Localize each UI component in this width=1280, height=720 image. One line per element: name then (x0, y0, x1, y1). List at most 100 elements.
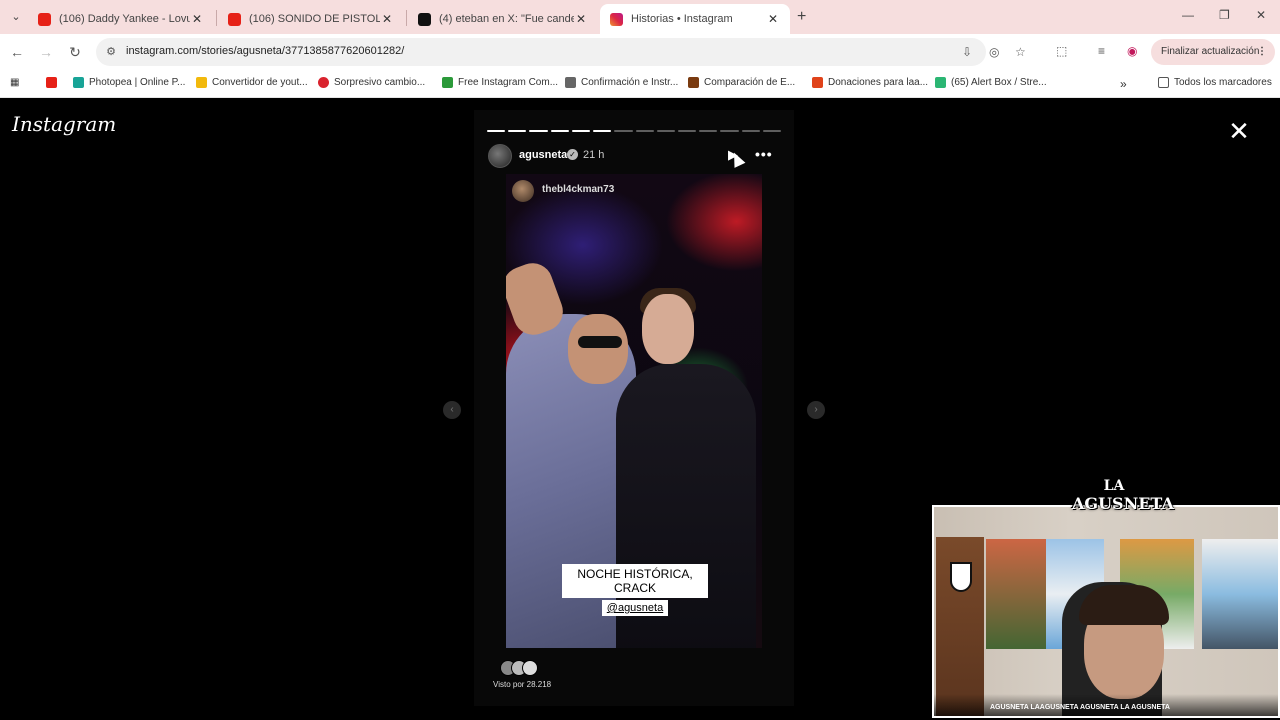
bookmark-item[interactable]: Sorpresivo cambio... (318, 77, 425, 88)
poster (1202, 539, 1278, 649)
story-photo[interactable]: thebl4ckman73 NOCHE HISTÓRICA, CRACK @ag… (506, 174, 762, 648)
previous-story-icon[interactable]: ‹ (443, 401, 461, 419)
apps-grid-icon[interactable]: ▦ (10, 77, 19, 88)
bookmarks-bar: ▦ Photopea | Online P... Convertidor de … (0, 70, 1280, 98)
tab-title: (106) SONIDO DE PISTOLA - Yo (249, 13, 380, 25)
verified-icon: ✓ (567, 149, 578, 160)
bookmark-label: Confirmación e Instr... (581, 77, 679, 88)
reload-icon[interactable]: ↻ (66, 43, 84, 61)
next-story-icon[interactable]: › (807, 401, 825, 419)
tab-search-button[interactable]: ⌄ (6, 8, 26, 26)
logo-line-2: AGUSNETA (1072, 494, 1174, 513)
tab-sonido-de-pistola[interactable]: (106) SONIDO DE PISTOLA - Yo ✕ (218, 4, 404, 34)
avatar[interactable] (488, 144, 512, 168)
caption-text: NOCHE HISTÓRICA, CRACK (562, 564, 708, 598)
caption-mention[interactable]: @agusneta (601, 600, 669, 616)
progress-segment (656, 130, 675, 132)
eye-off-icon[interactable]: ◎ (989, 45, 999, 59)
x-icon (418, 12, 431, 26)
profile-icon[interactable]: ◉ (1127, 44, 1137, 58)
bookmark-youtube[interactable] (46, 77, 62, 88)
viewed-by-count[interactable]: Visto por 28.218 (493, 680, 551, 689)
new-tab-button[interactable]: + (797, 8, 806, 26)
news-icon (318, 77, 329, 88)
tab-title: (4) eteban en X: "Fue cande se (439, 13, 574, 25)
tab-strip: ⌄ (106) Daddy Yankee - Lovumba ✕ (106) S… (0, 0, 1280, 34)
site-info-icon[interactable]: ⚙ (104, 45, 118, 59)
repost-avatar[interactable] (512, 180, 534, 202)
progress-segment (593, 130, 612, 132)
bookmark-label: Comparación de E... (704, 77, 796, 88)
link-icon (565, 77, 576, 88)
bookmark-label: Convertidor de yout... (212, 77, 308, 88)
bookmark-item[interactable]: (65) Alert Box / Stre... (935, 77, 1047, 88)
story-timestamp: 21 h (583, 149, 605, 161)
youtube-icon (38, 12, 51, 26)
story-progress-bar (487, 130, 782, 132)
donations-icon (812, 77, 823, 88)
close-window-icon[interactable]: ✕ (1256, 8, 1266, 22)
bookmark-item[interactable]: Confirmación e Instr... (565, 77, 678, 88)
progress-segment (762, 130, 782, 132)
tab-x-post[interactable]: (4) eteban en X: "Fue cande se ✕ (408, 4, 598, 34)
person-right-head (642, 294, 694, 364)
tab-daddy-yankee[interactable]: (106) Daddy Yankee - Lovumba ✕ (28, 4, 214, 34)
sunglasses (578, 336, 622, 348)
instagram-logo[interactable]: Instagram (12, 112, 116, 136)
extensions-icon[interactable]: ⬚ (1056, 44, 1067, 58)
progress-segment (741, 130, 760, 132)
bookmark-item[interactable]: Comparación de E... (688, 77, 795, 88)
all-bookmarks-button[interactable]: Todos los marcadores (1158, 77, 1272, 88)
all-bookmarks-label: Todos los marcadores (1174, 77, 1272, 88)
close-tab-icon[interactable]: ✕ (380, 12, 394, 26)
bookmarks-overflow-button[interactable]: » (1120, 77, 1127, 91)
story-username[interactable]: agusneta (519, 149, 567, 161)
bookmark-star-icon[interactable]: ☆ (1015, 45, 1026, 59)
tab-instagram-stories[interactable]: Historias • Instagram ✕ (600, 4, 790, 34)
restore-icon[interactable]: ❐ (1219, 8, 1230, 22)
bookmark-item[interactable]: Free Instagram Com... (442, 77, 558, 88)
photopea-icon (73, 77, 84, 88)
close-tab-icon[interactable]: ✕ (190, 12, 204, 26)
progress-segment (508, 130, 527, 132)
bookmark-label: Sorpresivo cambio... (334, 77, 426, 88)
bookmark-item[interactable]: Donaciones para laa... (812, 77, 928, 88)
update-button-label: Finalizar actualización (1161, 46, 1260, 57)
minimize-icon[interactable]: — (1182, 8, 1194, 22)
check-icon (442, 77, 453, 88)
bookmark-item[interactable]: Photopea | Online P... (73, 77, 185, 88)
story-caption: NOCHE HISTÓRICA, CRACK @agusneta (562, 564, 708, 616)
social-handles: AGUSNETA LAAGUSNETA AGUSNETA LA AGUSNETA (934, 694, 1278, 716)
menu-dots-icon[interactable]: ⋮ (1257, 39, 1267, 65)
channel-logo: LA AGUSNETA (1072, 478, 1174, 530)
update-button[interactable]: Finalizar actualización ⋮ (1151, 39, 1275, 65)
progress-segment (635, 130, 654, 132)
media-controls-icon[interactable]: ≡ (1098, 44, 1105, 58)
tab-separator (406, 10, 407, 26)
repost-username[interactable]: thebl4ckman73 (542, 184, 614, 195)
youtube-icon (228, 12, 241, 26)
alert-box-icon (935, 77, 946, 88)
comparison-icon (688, 77, 699, 88)
install-app-icon[interactable]: ⇩ (962, 45, 972, 59)
progress-segment (487, 130, 506, 132)
streamer-hair (1079, 585, 1169, 625)
bookmark-label: (65) Alert Box / Stre... (951, 77, 1047, 88)
story-card[interactable]: agusneta ✓ 21 h ▶ ••• thebl4ckman73 NOCH… (474, 110, 794, 706)
forward-icon[interactable]: → (37, 43, 55, 61)
url-text[interactable]: instagram.com/stories/agusneta/377138587… (126, 45, 404, 57)
tab-title: (106) Daddy Yankee - Lovumba (59, 13, 190, 25)
bookmark-item[interactable]: Convertidor de yout... (196, 77, 308, 88)
close-tab-icon[interactable]: ✕ (766, 12, 780, 26)
person-left-head (568, 314, 628, 384)
progress-segment (720, 130, 739, 132)
more-options-icon[interactable]: ••• (755, 146, 773, 162)
tab-separator (216, 10, 217, 26)
back-icon[interactable]: ← (8, 43, 26, 61)
address-bar[interactable]: ⚙ instagram.com/stories/agusneta/3771385… (96, 38, 1026, 66)
instagram-icon (610, 12, 623, 26)
close-tab-icon[interactable]: ✕ (574, 12, 588, 26)
youtube-icon (46, 77, 57, 88)
viewer-avatars[interactable] (500, 660, 540, 676)
close-icon[interactable]: ✕ (1226, 118, 1252, 144)
